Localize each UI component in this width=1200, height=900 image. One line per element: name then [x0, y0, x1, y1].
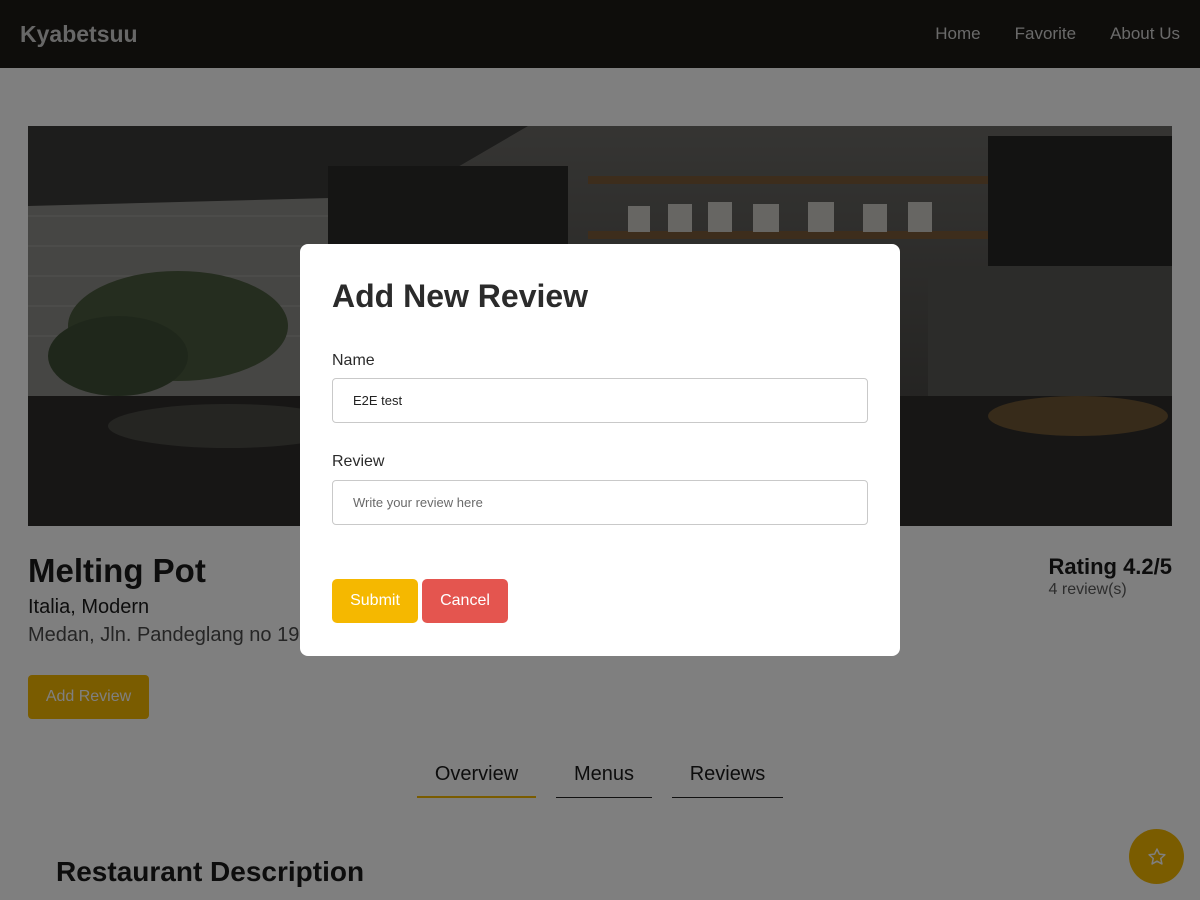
- submit-button[interactable]: Submit: [332, 579, 418, 623]
- review-label: Review: [332, 453, 385, 470]
- modal-title: Add New Review: [332, 278, 589, 314]
- review-input[interactable]: [332, 480, 868, 525]
- name-input[interactable]: [332, 378, 868, 423]
- cancel-button[interactable]: Cancel: [422, 579, 508, 623]
- name-label: Name: [332, 352, 375, 369]
- add-review-modal: Add New Review Name Review Submit Cancel: [300, 244, 900, 656]
